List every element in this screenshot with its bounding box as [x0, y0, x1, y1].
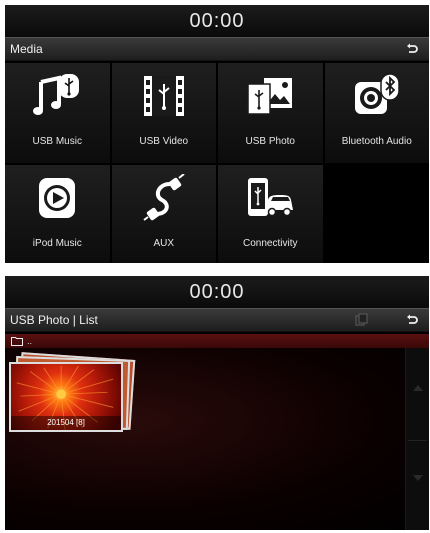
aux-tile[interactable]: AUX: [111, 165, 216, 263]
back-arrow-icon: [407, 43, 418, 53]
scroll-up-button[interactable]: [406, 368, 429, 408]
flower-photo: 201504 [8]: [9, 362, 123, 432]
clock: 00:00: [5, 276, 429, 308]
scroll-down-button[interactable]: [406, 458, 429, 498]
media-screen: 00:00 Media USB Music USB Video USB Phot…: [5, 5, 429, 263]
usb-video-icon: [143, 76, 184, 116]
chevron-up-icon: [413, 385, 423, 391]
folder-name: 201504 [8]: [11, 416, 121, 430]
title-bar: USB Photo | List: [5, 308, 429, 332]
empty-tile: [324, 165, 429, 263]
connectivity-icon: [248, 178, 294, 217]
usb-photo-icon: [247, 78, 293, 115]
title-actions: [355, 312, 421, 328]
tile-label: USB Video: [139, 136, 189, 147]
bluetooth-audio-icon: [354, 73, 400, 114]
ipod-music-tile[interactable]: iPod Music: [5, 165, 110, 263]
ipod-icon: [39, 178, 76, 218]
usb-music-tile[interactable]: USB Music: [5, 63, 110, 163]
clock: 00:00: [5, 5, 429, 37]
path-text: ..: [27, 336, 33, 346]
usb-music-icon: [33, 74, 80, 115]
bluetooth-audio-tile[interactable]: Bluetooth Audio: [324, 63, 429, 163]
folder-icon: [11, 337, 23, 346]
tile-label: iPod Music: [32, 238, 82, 249]
scrollbar[interactable]: [405, 348, 429, 530]
tile-label: USB Music: [32, 136, 82, 147]
tile-label: AUX: [153, 238, 175, 249]
tile-label: USB Photo: [245, 136, 295, 147]
tile-label: Bluetooth Audio: [341, 136, 412, 147]
connectivity-tile[interactable]: Connectivity: [218, 165, 323, 263]
path-bar[interactable]: ..: [5, 334, 429, 348]
usb-video-tile[interactable]: USB Video: [111, 63, 216, 163]
media-grid: USB Music USB Video USB Photo Bluetooth …: [5, 61, 429, 263]
copy-icon[interactable]: [355, 313, 369, 327]
page-title: USB Photo | List: [10, 313, 98, 327]
folder-thumbnail[interactable]: 201504 [8]: [9, 352, 136, 436]
back-button[interactable]: [403, 312, 421, 328]
title-bar: Media: [5, 37, 429, 61]
usb-photo-list-screen: 00:00 USB Photo | List .. 201504 [8]: [5, 276, 429, 530]
back-button[interactable]: [403, 41, 421, 57]
usb-photo-tile[interactable]: USB Photo: [218, 63, 323, 163]
page-title: Media: [10, 42, 43, 56]
back-arrow-icon: [407, 314, 418, 324]
divider: [408, 440, 427, 441]
aux-cable-icon: [143, 174, 185, 221]
photo-list: 201504 [8]: [5, 348, 429, 530]
tile-label: Connectivity: [243, 238, 298, 249]
chevron-down-icon: [413, 475, 423, 481]
